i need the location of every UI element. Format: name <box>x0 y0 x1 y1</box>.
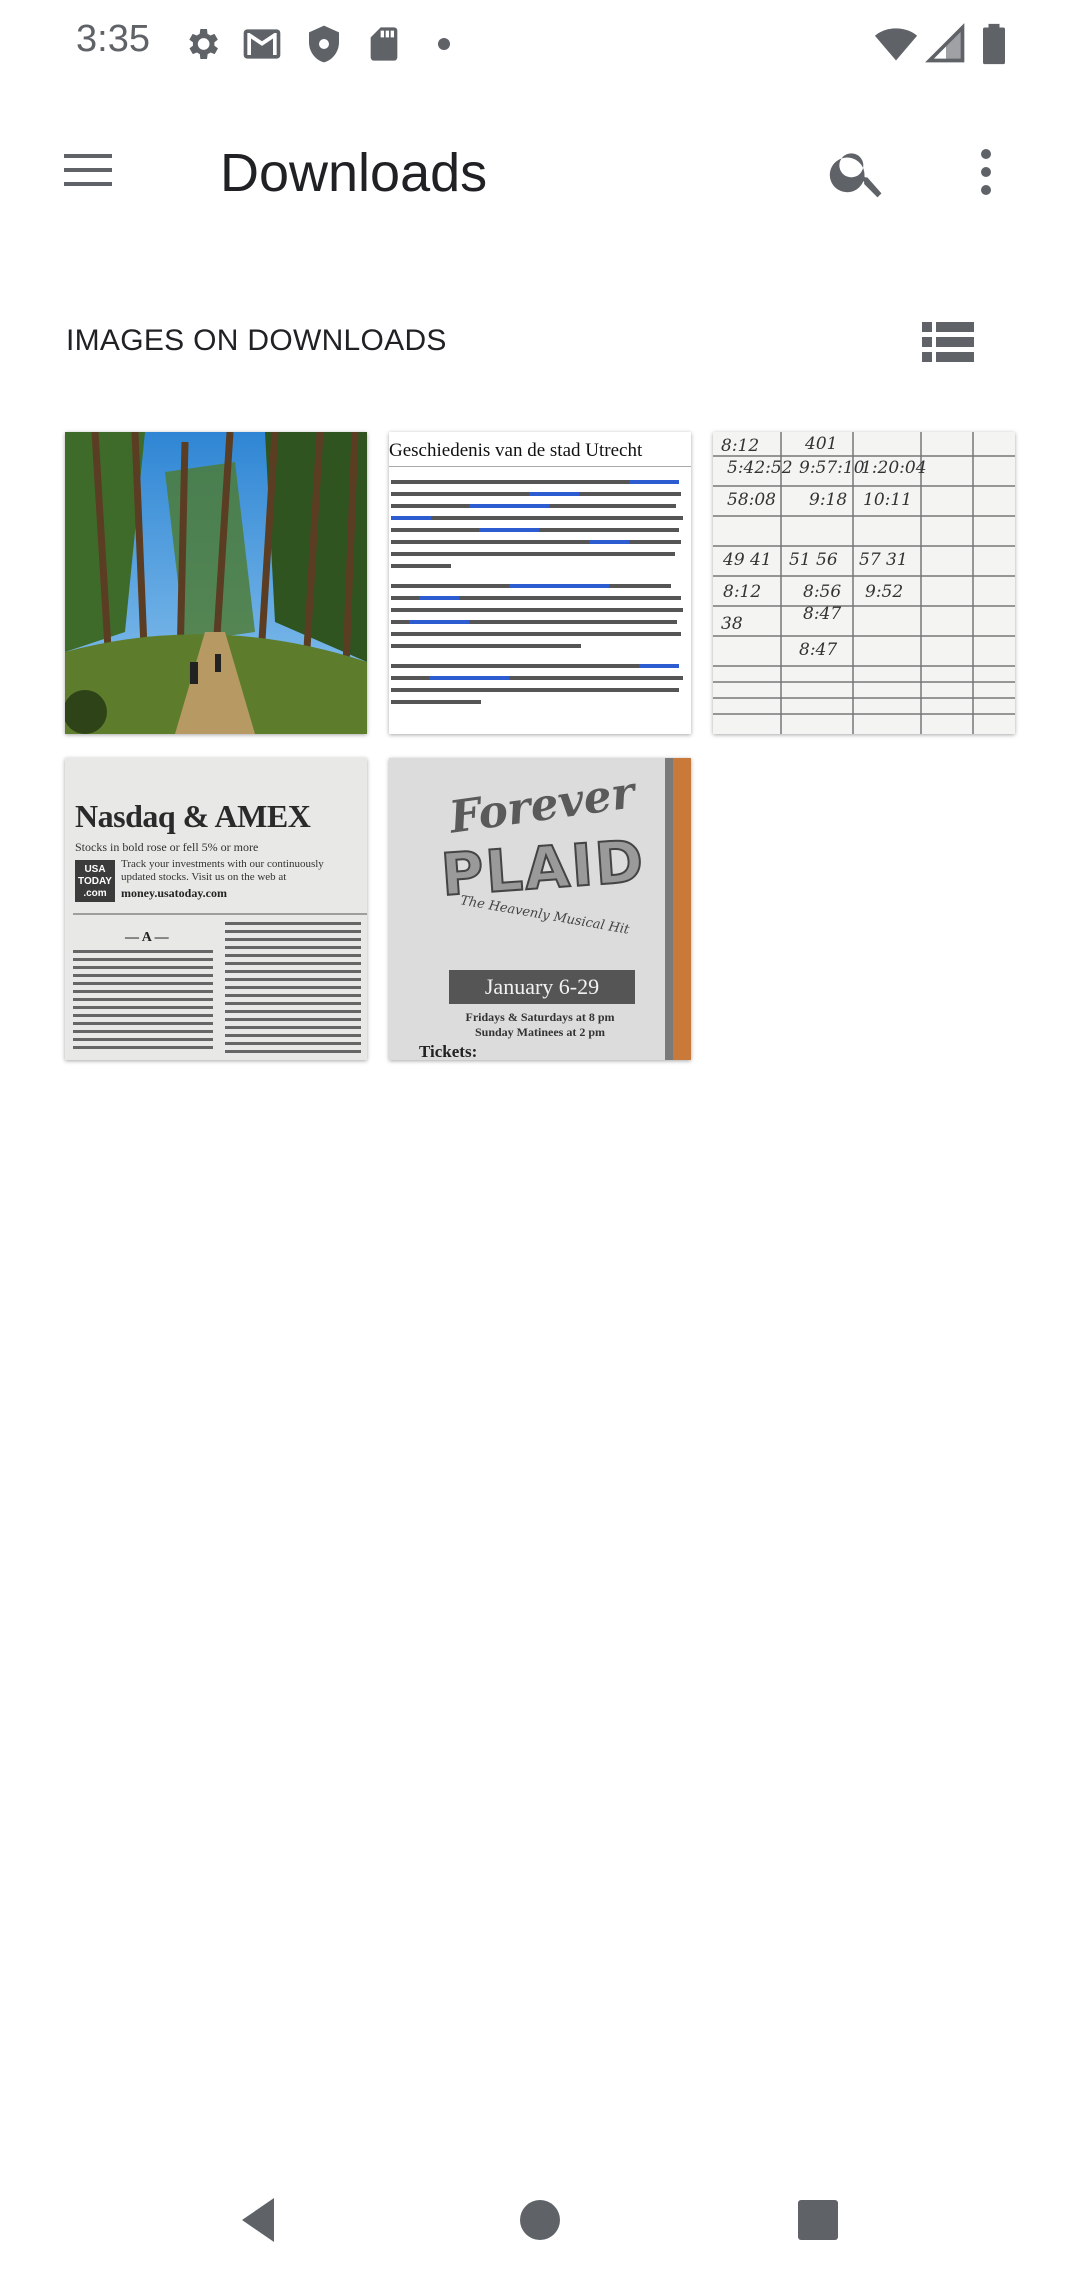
thumbnail-utrecht-document[interactable]: Geschiedenis van de stad Utrecht <box>389 432 691 734</box>
table-cell: 58:08 <box>727 490 776 510</box>
poster-schedule-2: Sunday Matinees at 2 pm <box>474 1025 605 1039</box>
table-cell: 38 <box>721 614 743 634</box>
thumbnail-handwritten-table[interactable]: 8:12 401 5:42:52 9:57:10 1:20:04 58:08 9… <box>713 432 1015 734</box>
recents-button[interactable] <box>786 2188 850 2252</box>
hamburger-menu-icon <box>64 154 112 186</box>
table-cell: 5:42:52 <box>727 458 793 478</box>
table-cell: 9:57:10 <box>799 458 865 478</box>
table-cell: 57 31 <box>859 550 908 570</box>
thumbnail-forest-photo[interactable] <box>65 432 367 734</box>
home-icon <box>520 2200 560 2240</box>
back-icon <box>242 2198 274 2242</box>
table-cell: 9:52 <box>865 582 904 602</box>
table-cell: 10:11 <box>863 490 912 510</box>
more-options-button[interactable] <box>954 140 1018 204</box>
table-cell: 8:12 <box>721 436 760 456</box>
home-button[interactable] <box>508 2188 572 2252</box>
table-cell: 8:47 <box>803 604 842 624</box>
navigation-bar <box>0 2160 1080 2280</box>
sd-card-icon <box>370 27 398 61</box>
menu-button[interactable] <box>58 140 138 204</box>
status-time: 3:35 <box>76 18 150 60</box>
stock-table-lines <box>73 913 367 1053</box>
search-button[interactable] <box>826 140 890 204</box>
poster-tickets: Tickets: <box>419 1042 478 1060</box>
shield-icon <box>309 25 339 63</box>
forest-image <box>65 432 367 734</box>
signal-icon <box>925 23 965 63</box>
recents-icon <box>798 2200 838 2240</box>
status-bar: 3:35 <box>0 0 1080 88</box>
thumbnail-forever-plaid-poster[interactable]: Forever PLAID The Heavenly Musical Hit J… <box>389 758 691 1060</box>
battery-icon <box>983 23 1005 65</box>
table-cell: 49 41 <box>723 550 772 570</box>
list-view-toggle-button[interactable] <box>916 310 980 374</box>
section-header: IMAGES ON DOWNLOADS <box>0 310 1080 374</box>
wifi-icon <box>874 28 918 61</box>
search-icon <box>829 153 882 198</box>
table-cell: 401 <box>805 434 838 454</box>
section-title: IMAGES ON DOWNLOADS <box>66 324 447 357</box>
table-cell: 9:18 <box>809 490 848 510</box>
poster-schedule-1: Fridays & Saturdays at 8 pm <box>465 1010 615 1024</box>
dot-icon <box>438 38 450 50</box>
status-icons-right <box>874 22 1024 66</box>
gmail-icon <box>243 29 281 59</box>
app-title: Downloads <box>220 143 488 203</box>
document-body-lines <box>391 480 683 704</box>
list-view-icon <box>922 322 974 362</box>
table-cell: 8:47 <box>799 640 838 660</box>
poster-date-banner: January 6-29 <box>449 970 635 1004</box>
settings-icon <box>189 29 218 59</box>
table-cell: 51 56 <box>789 550 838 570</box>
more-vert-icon <box>981 149 991 195</box>
back-button[interactable] <box>226 2188 290 2252</box>
app-bar: Downloads <box>0 120 1080 224</box>
table-cell: 8:56 <box>803 582 842 602</box>
thumbnail-nasdaq-newspaper[interactable]: Nasdaq & AMEX Stocks in bold rose or fel… <box>65 758 367 1060</box>
table-cell: 8:12 <box>723 582 762 602</box>
table-cell: 1:20:04 <box>861 458 927 478</box>
